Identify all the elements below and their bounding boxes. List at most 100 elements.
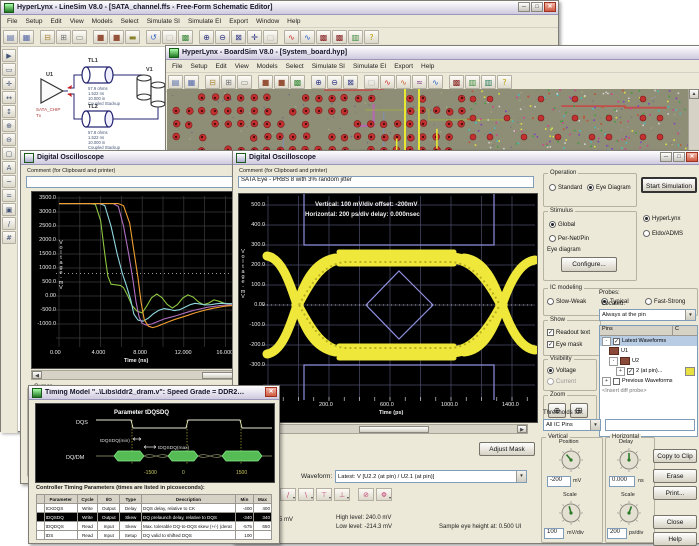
collapse-icon[interactable]: - bbox=[609, 357, 618, 366]
zoom-in-icon[interactable]: ⊕ bbox=[311, 75, 326, 89]
eye-scope-titlebar[interactable]: Digital Oscilloscope ─ □ ✕ bbox=[233, 151, 699, 165]
open-board-icon[interactable]: ▦ bbox=[184, 75, 199, 89]
net-probe-icon[interactable]: ∿ bbox=[396, 75, 411, 89]
driver-symbol[interactable] bbox=[41, 79, 63, 103]
vertical-position-value[interactable]: -200 bbox=[547, 476, 571, 487]
comment-input[interactable]: SATA Eye - PRBS 8 with 3% random jitter bbox=[238, 176, 534, 188]
linesim-menu-help[interactable]: Help bbox=[283, 18, 304, 25]
part-tool-icon[interactable]: ▭ bbox=[2, 63, 16, 76]
boardsim-menu-view[interactable]: View bbox=[231, 63, 253, 70]
horizontal-delay-knob[interactable] bbox=[617, 447, 641, 478]
timing-table-header[interactable]: I/O bbox=[98, 495, 120, 504]
pins-tree-item[interactable]: -U2 bbox=[600, 356, 697, 366]
save-icon[interactable]: ⊞ bbox=[56, 30, 71, 44]
radio-hyperlynx[interactable]: HyperLynx bbox=[643, 215, 680, 222]
close-icon[interactable]: ✕ bbox=[265, 387, 277, 397]
expand-icon[interactable]: + bbox=[602, 377, 611, 386]
new-schematic-icon[interactable]: ▤ bbox=[3, 30, 18, 44]
timing-table-header[interactable] bbox=[37, 495, 45, 504]
chip-model-icon[interactable]: ■ bbox=[258, 75, 273, 89]
boardsim-menu-edit[interactable]: Edit bbox=[211, 63, 230, 70]
linesim-menu-simulate-si[interactable]: Simulate SI bbox=[143, 18, 184, 25]
boardsim-menu-simulate-ei[interactable]: Simulate EI bbox=[349, 63, 390, 70]
signal-probe-icon[interactable]: ∿ bbox=[380, 75, 395, 89]
adjust-mask-button[interactable]: Adjust Mask bbox=[479, 442, 535, 456]
package-model-icon[interactable]: ■ bbox=[274, 75, 289, 89]
board-dark-icon[interactable]: ▩ bbox=[332, 30, 347, 44]
help-icon[interactable]: ? bbox=[497, 75, 512, 89]
boardsim-menu-export[interactable]: Export bbox=[390, 63, 417, 70]
redo-icon[interactable]: ▢ bbox=[162, 30, 177, 44]
radio-standard[interactable]: Standard bbox=[549, 184, 582, 191]
boardsim-menu-file[interactable]: File bbox=[168, 63, 186, 70]
via-symbol[interactable] bbox=[137, 75, 165, 107]
linesim-menu-export[interactable]: Export bbox=[225, 18, 252, 25]
vertical-scale-knob[interactable] bbox=[559, 500, 583, 531]
timing-table-header[interactable]: Description bbox=[142, 495, 236, 504]
help-icon[interactable]: ? bbox=[364, 30, 379, 44]
ic-tool-icon[interactable]: ▣ bbox=[2, 203, 16, 216]
horizontal-delay-value[interactable]: 0.000 bbox=[609, 476, 635, 487]
thresholds-select[interactable]: All IC Pins▼ bbox=[543, 419, 601, 431]
h-flip-tool-icon[interactable]: ↔ bbox=[2, 91, 16, 104]
timing-table-header[interactable]: Parameter bbox=[44, 495, 77, 504]
coupling-icon[interactable]: ≈ bbox=[412, 75, 427, 89]
text-tool-icon[interactable]: A bbox=[2, 161, 16, 174]
tl-tool-icon[interactable]: ~ bbox=[2, 175, 16, 188]
open-file-icon[interactable]: ⊟ bbox=[40, 30, 55, 44]
pins-tree-item[interactable]: +Previous Waveforms bbox=[600, 376, 697, 386]
collapse-icon[interactable]: - bbox=[602, 337, 611, 346]
grid-tool-icon[interactable]: # bbox=[2, 231, 16, 244]
linesim-menu-simulate-ei[interactable]: Simulate EI bbox=[184, 18, 225, 25]
eye-scope-icon[interactable]: ∿ bbox=[300, 30, 315, 44]
rect-tool-icon[interactable]: ▢ bbox=[2, 147, 16, 160]
timing-table-header[interactable]: Cycle bbox=[77, 495, 97, 504]
v-flip-tool-icon[interactable]: ↕ bbox=[2, 105, 16, 118]
timing-table-header[interactable]: Type bbox=[120, 495, 142, 504]
board-red-icon[interactable]: ▩ bbox=[316, 30, 331, 44]
spectrum-icon[interactable]: ▥ bbox=[481, 75, 496, 89]
boardsim-menu-simulate-si[interactable]: Simulate SI bbox=[308, 63, 349, 70]
save-icon[interactable]: ⊞ bbox=[221, 75, 236, 89]
horizontal-scale-knob[interactable] bbox=[617, 500, 641, 531]
close-button[interactable]: Close bbox=[653, 515, 697, 529]
trace-color-swatch[interactable] bbox=[685, 367, 695, 376]
wire-tool-icon[interactable]: ✛ bbox=[2, 77, 16, 90]
erase-button[interactable]: Erase bbox=[653, 469, 697, 483]
timing-table-header[interactable]: Max bbox=[253, 495, 271, 504]
boardsim-menu-setup[interactable]: Setup bbox=[186, 63, 211, 70]
start-simulation-button[interactable]: Start Simulation bbox=[641, 177, 697, 193]
eraser-icon[interactable]: ▬ bbox=[125, 30, 140, 44]
check-readout-text[interactable]: ✓Readout text bbox=[547, 329, 590, 336]
open-schematic-icon[interactable]: ▦ bbox=[19, 30, 34, 44]
zoom-out-icon[interactable]: ⊖ bbox=[215, 30, 230, 44]
measure-fall-time-icon[interactable]: \▾ bbox=[298, 488, 314, 501]
radio-voltage[interactable]: Voltage bbox=[547, 367, 576, 374]
vertical-position-knob[interactable] bbox=[559, 447, 583, 478]
eye-scope-hscrollbar[interactable]: ◀▶ bbox=[238, 424, 528, 434]
timing-parameters-table[interactable]: ParameterCycleI/OTypeDescriptionMinMaxtC… bbox=[36, 494, 272, 540]
zoom-area-icon[interactable]: ⊠ bbox=[231, 30, 246, 44]
radio-eldo-adms[interactable]: Eldo/ADMS bbox=[643, 230, 683, 237]
linesim-menu-select[interactable]: Select bbox=[117, 18, 143, 25]
stackup-icon[interactable]: ▥ bbox=[465, 75, 480, 89]
open-file-icon[interactable]: ⊟ bbox=[205, 75, 220, 89]
pins-tree-item[interactable]: +✓2 (at pin)... bbox=[600, 366, 697, 376]
measure-rise-time-icon[interactable]: /▾ bbox=[280, 488, 296, 501]
new-board-icon[interactable]: ▤ bbox=[168, 75, 183, 89]
pins-tree-item[interactable]: -✓Latest Waveforms bbox=[600, 336, 697, 346]
eye-diagram-plot[interactable]: Voltage-mV 500.0400.0300.0200.0100.00.00… bbox=[238, 193, 538, 423]
close-icon[interactable]: ✕ bbox=[544, 2, 556, 12]
probe-checkbox[interactable]: ✓ bbox=[613, 338, 620, 345]
board-red-icon[interactable]: ▩ bbox=[449, 75, 464, 89]
waveform-select[interactable]: Latest: V [U2.2 (at pin) / U2.1 (at pin)… bbox=[335, 470, 527, 483]
spectrum-icon[interactable]: ▥ bbox=[348, 30, 363, 44]
linesim-menu-setup[interactable]: Setup bbox=[21, 18, 46, 25]
located-select[interactable]: Always at the pin▼ bbox=[599, 309, 696, 321]
zoom-in-icon[interactable]: ⊕ bbox=[199, 30, 214, 44]
pins-tree-item[interactable]: <Insert diff probe> bbox=[600, 386, 697, 396]
check-eye-mask[interactable]: ✓Eye mask bbox=[547, 341, 582, 348]
thresholds-list[interactable] bbox=[605, 419, 695, 431]
scope-icon[interactable]: ∿ bbox=[428, 75, 443, 89]
timing-titlebar[interactable]: Timing Model "..\Libs\ddr2_dram.v": Spee… bbox=[29, 386, 279, 400]
